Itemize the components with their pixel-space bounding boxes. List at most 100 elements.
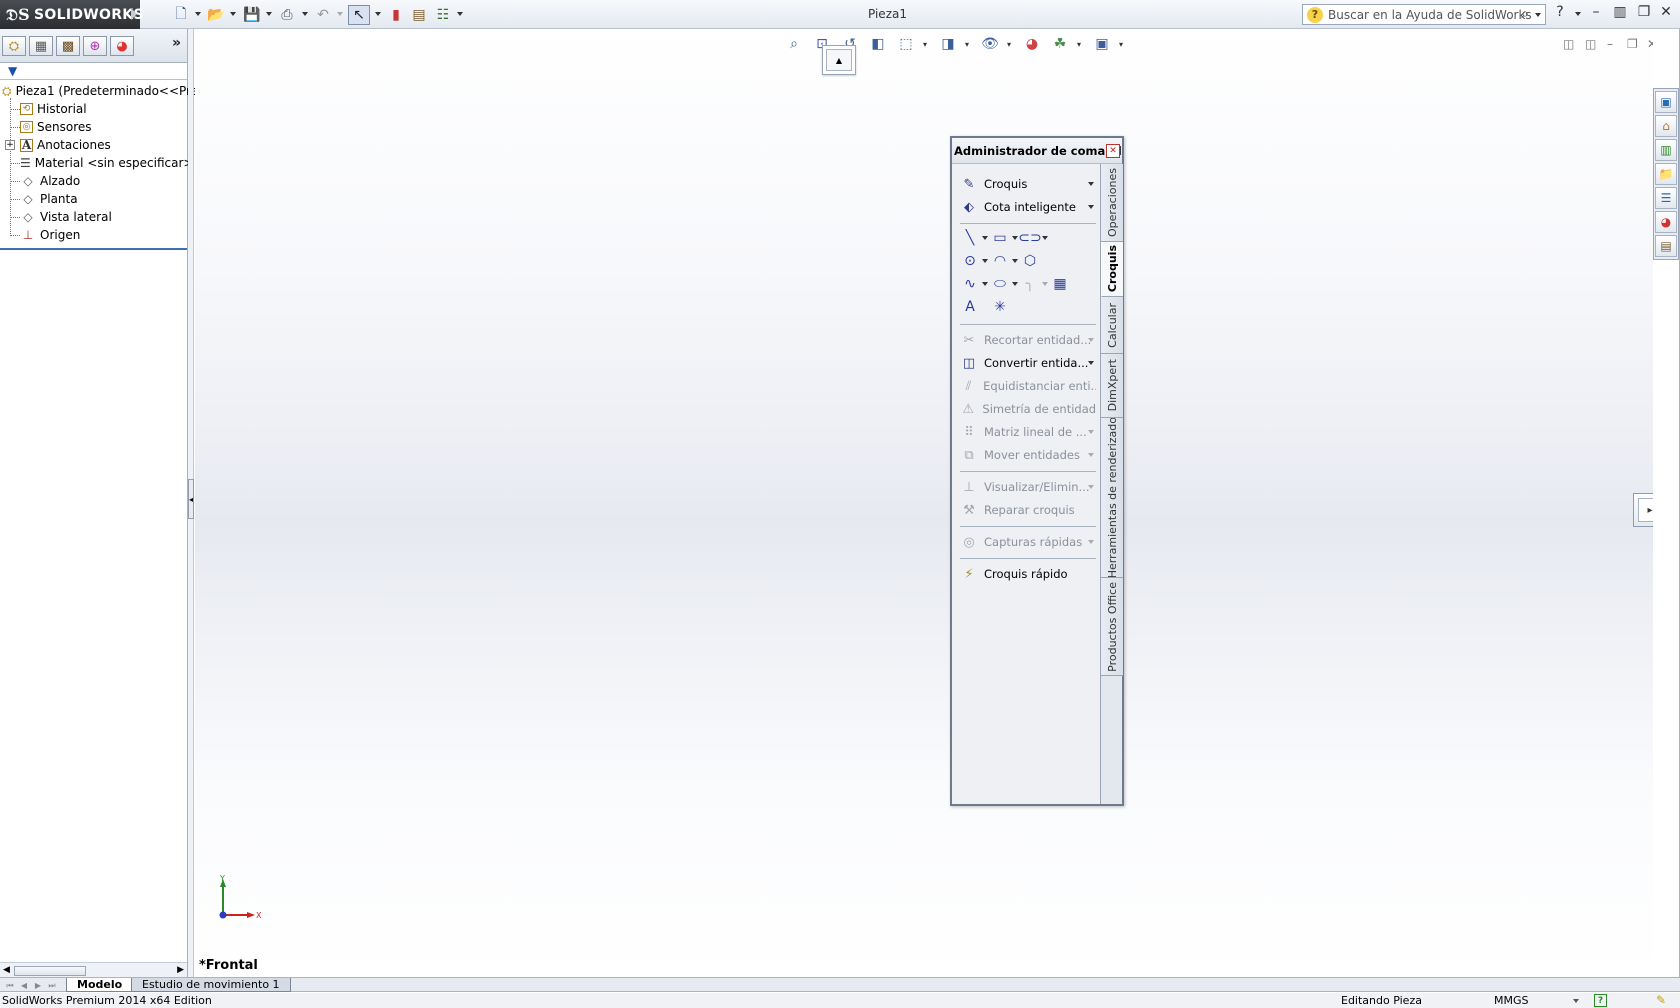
- point-icon[interactable]: ✳: [990, 297, 1010, 317]
- restore-icon[interactable]: ❐: [1634, 4, 1654, 20]
- tree-item-planta[interactable]: ◇ Planta: [0, 190, 187, 208]
- options-icon[interactable]: ☷: [432, 5, 454, 25]
- tree-item-vista-lateral[interactable]: ◇ Vista lateral: [0, 208, 187, 226]
- command-manager-title-bar[interactable]: Administrador de comandos ✕: [952, 138, 1122, 164]
- spline-icon[interactable]: ∿: [960, 274, 980, 294]
- slot-icon[interactable]: ⊂⊃: [1018, 228, 1041, 248]
- apply-scene-dropdown[interactable]: ▾: [1077, 40, 1085, 49]
- convert-entities-button[interactable]: ◫ Convertir entida...: [960, 353, 1096, 373]
- section-view-icon[interactable]: ◧: [867, 34, 889, 54]
- first-tab-icon[interactable]: ⏮: [4, 980, 16, 991]
- plane-sketch-icon[interactable]: ▦: [1050, 274, 1070, 294]
- edit-appearance-icon[interactable]: ◕: [1021, 34, 1043, 54]
- solidworks-logo[interactable]: 𝔇S SOLIDWORKS: [0, 0, 144, 29]
- command-manager-panel[interactable]: Administrador de comandos ✕ ✎ Croquis ⬖ …: [950, 136, 1124, 806]
- rollback-bar[interactable]: [0, 248, 187, 250]
- line-icon[interactable]: ╲: [960, 228, 980, 248]
- filter-icon[interactable]: ▼: [8, 64, 17, 78]
- ellipse-icon[interactable]: ⬭: [990, 274, 1010, 294]
- tree-item-historial[interactable]: ⟲ Historial: [0, 100, 187, 118]
- tile-windows-icon[interactable]: ▥: [1610, 4, 1630, 20]
- doc-restore-icon[interactable]: ❐: [1627, 37, 1638, 51]
- solidworks-resources-icon[interactable]: ▣: [1655, 91, 1677, 113]
- save-dropdown-arrow[interactable]: [266, 12, 272, 16]
- open-icon[interactable]: 📂: [205, 5, 227, 25]
- view-palette-icon[interactable]: ☰: [1655, 187, 1677, 209]
- help-menu-icon[interactable]: ?: [1550, 4, 1570, 20]
- notification-icon[interactable]: ✎: [1656, 993, 1666, 1007]
- quick-snaps-button[interactable]: ◎ Capturas rápidas: [960, 532, 1096, 552]
- home-icon[interactable]: ⌂: [1655, 115, 1677, 137]
- tree-root-part[interactable]: ⛭ Pieza1 (Predeterminado<<Predeterminado…: [0, 82, 300, 100]
- mirror-entities-button[interactable]: ⚠ Simetría de entidad...: [960, 399, 1096, 419]
- horizontal-scrollbar[interactable]: ◀ ▶: [0, 962, 187, 978]
- doc-close-icon[interactable]: ✕: [1647, 37, 1653, 51]
- tab-modelo[interactable]: Modelo: [66, 978, 134, 992]
- scrollbar-thumb[interactable]: [14, 966, 86, 976]
- display-delete-relations-button[interactable]: ⊥ Visualizar/Elimin...: [960, 477, 1096, 497]
- croquis-dropdown-arrow[interactable]: [1088, 182, 1094, 186]
- collapse-toolbar-button[interactable]: ▲: [822, 45, 856, 75]
- file-properties-icon[interactable]: ▤: [408, 5, 430, 25]
- design-library-icon[interactable]: ▥: [1655, 139, 1677, 161]
- apply-scene-icon[interactable]: ☘: [1049, 34, 1071, 54]
- graphics-area[interactable]: ⌕ ⊡ ↺ ◧ ⬚ ▾ ◨ ▾ 👁 ▾ ◕ ☘ ▾ ▣ ▾ ▲ ◫ ◫ – ❐ …: [195, 29, 1653, 976]
- rectangle-icon[interactable]: ▭: [990, 228, 1010, 248]
- rapid-sketch-button[interactable]: ⚡ Croquis rápido: [960, 564, 1096, 584]
- linear-pattern-button[interactable]: ⠿ Matriz lineal de ...: [960, 422, 1096, 442]
- viewport-split-2-icon[interactable]: ◫: [1585, 37, 1596, 51]
- tab-herramientas-renderizado[interactable]: Herramientas de renderizado: [1101, 418, 1123, 578]
- filter-row[interactable]: ▼: [0, 63, 187, 80]
- minimize-icon[interactable]: –: [1586, 4, 1606, 20]
- help-dropdown-arrow[interactable]: [1575, 12, 1581, 16]
- right-panel-toggle-button[interactable]: ▸: [1633, 493, 1653, 527]
- tab-operaciones[interactable]: Operaciones: [1101, 164, 1123, 242]
- appearances-scenes-icon[interactable]: ◕: [1655, 211, 1677, 233]
- configuration-manager-tab-icon[interactable]: ▩: [56, 36, 80, 56]
- tab-dimxpert[interactable]: DimXpert: [1101, 354, 1123, 418]
- splitter-grip-icon[interactable]: ◂: [188, 479, 194, 519]
- hide-show-items-icon[interactable]: 👁: [979, 34, 1001, 54]
- polygon-icon[interactable]: ⬡: [1020, 251, 1040, 271]
- command-manager-close-icon[interactable]: ✕: [1106, 144, 1120, 158]
- tree-item-sensores[interactable]: ◎ Sensores: [0, 118, 187, 136]
- tree-item-material[interactable]: ☰ Material <sin especificar>: [0, 154, 193, 172]
- tree-item-anotaciones[interactable]: + A Anotaciones: [0, 136, 187, 154]
- select-icon[interactable]: ↖: [348, 5, 370, 25]
- hide-show-dropdown[interactable]: ▾: [1007, 40, 1015, 49]
- repair-sketch-button[interactable]: ⚒ Reparar croquis: [960, 500, 1096, 520]
- search-dropdown-arrow[interactable]: [1535, 13, 1541, 17]
- property-manager-tab-icon[interactable]: ▦: [29, 36, 53, 56]
- menu-expand-arrow-icon[interactable]: [131, 8, 137, 20]
- tree-item-origen[interactable]: ⊥ Origen: [0, 226, 187, 244]
- print-dropdown-arrow[interactable]: [302, 12, 308, 16]
- tab-productos-office[interactable]: Productos Office: [1101, 578, 1123, 676]
- smart-dimension-button[interactable]: ⬖ Cota inteligente: [960, 197, 1096, 217]
- panel-splitter[interactable]: ◂: [188, 29, 194, 978]
- units-label[interactable]: MMGS: [1494, 994, 1529, 1007]
- close-icon[interactable]: ✕: [1656, 4, 1676, 20]
- dimxpert-tab-icon[interactable]: ⊕: [83, 36, 107, 56]
- smart-dimension-dropdown-arrow[interactable]: [1088, 205, 1094, 209]
- tab-croquis[interactable]: Croquis: [1101, 242, 1123, 297]
- open-dropdown-arrow[interactable]: [230, 12, 236, 16]
- fillet-icon[interactable]: ╮: [1020, 274, 1040, 294]
- scroll-left-icon[interactable]: ◀: [3, 965, 10, 975]
- arc-icon[interactable]: ◠: [990, 251, 1010, 271]
- croquis-button[interactable]: ✎ Croquis: [960, 174, 1096, 194]
- expand-plus-icon[interactable]: +: [5, 140, 15, 150]
- select-dropdown-arrow[interactable]: [375, 12, 381, 16]
- view-orientation-icon[interactable]: ⬚: [895, 34, 917, 54]
- view-settings-dropdown[interactable]: ▾: [1119, 40, 1127, 49]
- last-tab-icon[interactable]: ⏭: [46, 980, 58, 991]
- undo-icon[interactable]: ↶: [312, 5, 334, 25]
- text-icon[interactable]: A: [960, 297, 980, 317]
- tree-item-alzado[interactable]: ◇ Alzado: [0, 172, 187, 190]
- next-tab-icon[interactable]: ▶: [32, 980, 44, 991]
- move-entities-button[interactable]: ⧉ Mover entidades: [960, 445, 1096, 465]
- display-style-icon[interactable]: ◨: [937, 34, 959, 54]
- view-settings-icon[interactable]: ▣: [1091, 34, 1113, 54]
- zoom-to-fit-icon[interactable]: ⌕: [783, 34, 805, 54]
- units-dropdown-arrow[interactable]: [1573, 999, 1579, 1003]
- display-manager-tab-icon[interactable]: ◕: [110, 36, 134, 56]
